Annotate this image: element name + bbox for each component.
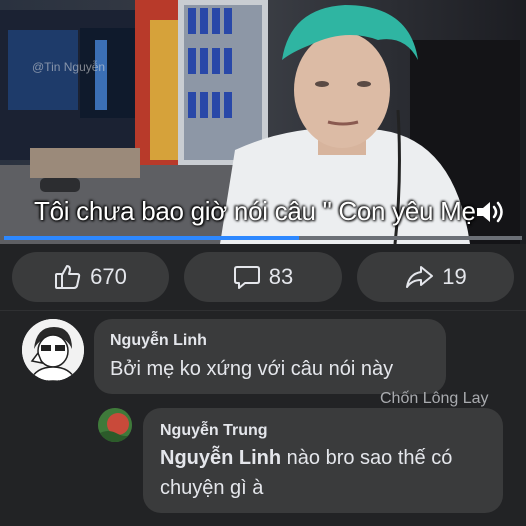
like-button[interactable]: 670 (12, 252, 169, 302)
like-count: 670 (90, 264, 127, 289)
reply-mention[interactable]: Nguyễn Linh (160, 447, 281, 469)
reply-author[interactable]: Nguyễn Trung (160, 422, 268, 440)
speaker-icon (477, 201, 503, 223)
video-progress-fill (4, 236, 300, 240)
action-bar: 670 83 19 (0, 252, 526, 304)
video-watermark: @Tin Nguyễn (32, 60, 106, 74)
reply-text: Nguyễn Linh nào bro sao thế có chuyện gì… (160, 443, 495, 503)
comment-count: 83 (268, 264, 294, 289)
share-button[interactable]: 19 (357, 252, 514, 302)
volume-button[interactable] (470, 195, 510, 229)
comment-text: Bởi mẹ ko xứng với câu nói này (110, 358, 394, 380)
avatar[interactable] (22, 319, 84, 381)
speech-bubble-icon (233, 266, 260, 289)
video-player[interactable]: @Tin Nguyễn Tôi chưa bao giờ nói câu " C… (0, 0, 526, 244)
avatar-image (22, 319, 84, 381)
comment-author[interactable]: Nguyễn Linh (110, 332, 207, 350)
reply-bubble[interactable]: Nguyễn Trung Nguyễn Linh nào bro sao thế… (143, 408, 503, 513)
video-progress-bar[interactable] (4, 236, 522, 240)
channel-watermark: Chốn Lông Lay (380, 390, 489, 407)
thumbs-up-icon (55, 265, 81, 289)
reply-avatar-image (98, 408, 132, 442)
section-divider (0, 310, 526, 311)
share-count: 19 (442, 264, 467, 289)
reply-avatar[interactable] (98, 408, 132, 442)
share-arrow-icon (406, 266, 434, 288)
comment-bubble[interactable]: Nguyễn Linh Bởi mẹ ko xứng với câu nói n… (94, 319, 446, 394)
video-subtitle: Tôi chưa bao giờ nói câu " Con yêu Mẹ (34, 196, 476, 226)
comment-button[interactable]: 83 (184, 252, 342, 302)
